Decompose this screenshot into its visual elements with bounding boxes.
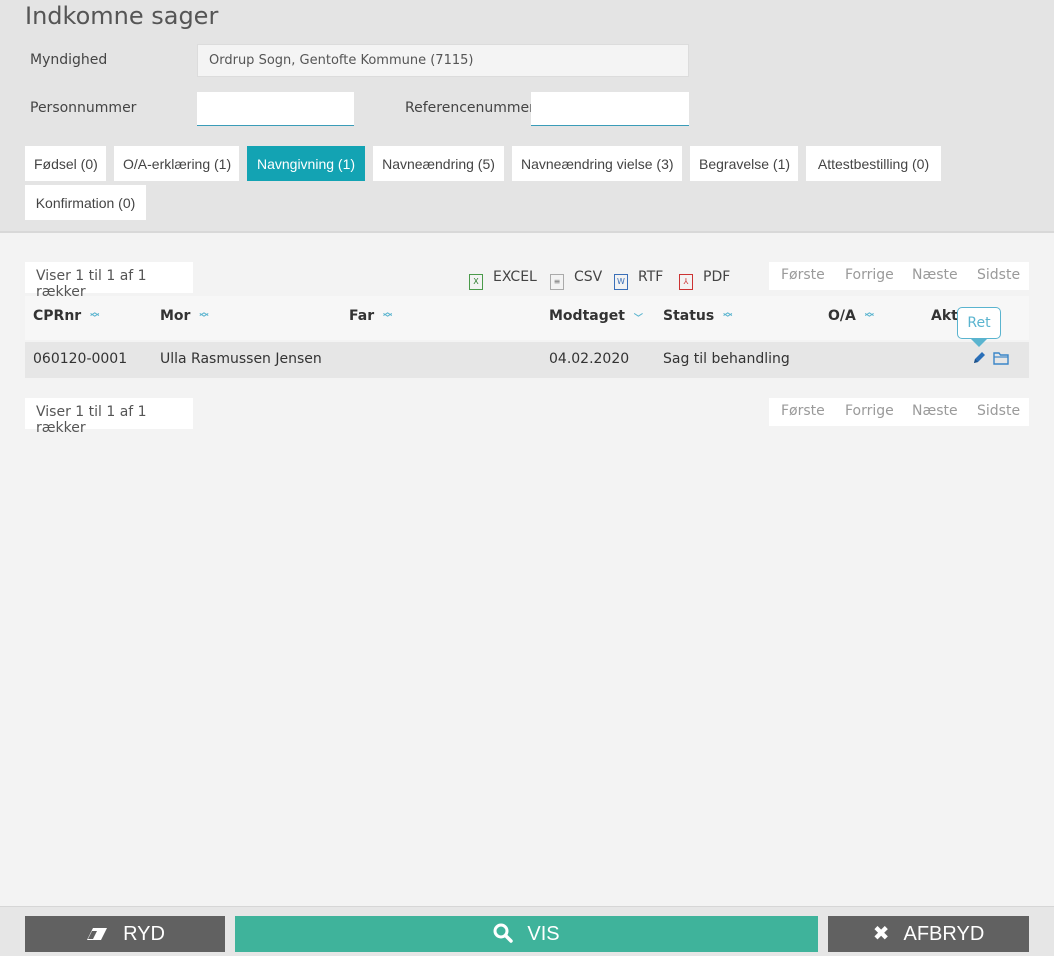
tab-navneaendring-vielse[interactable]: Navneændring vielse (3) — [512, 146, 682, 181]
ryd-button[interactable]: RYD — [25, 916, 225, 952]
col-modtaget-label: Modtaget — [549, 308, 625, 324]
pager-next[interactable]: Næste — [912, 403, 958, 419]
table-header: CPRnr ︿ ﹀ Mor ︿ ﹀ Far ︿ ﹀ Modtaget ﹀ Status ︿ ﹀ O… — [25, 296, 1029, 340]
pager-bottom: Første Forrige Næste Sidste — [769, 398, 1029, 426]
col-status[interactable]: Status ︿ ﹀ — [663, 308, 733, 324]
col-mor-label: Mor — [160, 308, 191, 324]
afbryd-label: AFBRYD — [903, 923, 985, 945]
tab-navngivning[interactable]: Navngivning (1) — [247, 146, 365, 181]
excel-icon: X — [469, 274, 483, 290]
export-rtf[interactable]: W RTF — [614, 269, 664, 290]
export-csv[interactable]: ≡ CSV — [550, 269, 603, 290]
cell-status: Sag til behandling — [663, 351, 790, 367]
tab-foedsel[interactable]: Fødsel (0) — [25, 146, 106, 181]
document-icon: ≡ — [550, 274, 564, 290]
col-modtaget[interactable]: Modtaget ﹀ — [549, 308, 643, 326]
cell-cprnr: 060120-0001 — [33, 351, 128, 367]
eraser-icon — [85, 916, 109, 952]
export-pdf-label: PDF — [703, 269, 731, 285]
pager-top: Første Forrige Næste Sidste — [769, 262, 1029, 290]
tooltip-arrow — [971, 339, 987, 347]
personnummer-label: Personnummer — [30, 100, 137, 116]
search-panel: Indkomne sager Myndighed Ordrup Sogn, Ge… — [0, 0, 1054, 233]
sort-icon: ︿ ﹀ — [383, 308, 393, 324]
myndighed-field: Ordrup Sogn, Gentofte Kommune (7115) — [197, 44, 689, 77]
edit-tooltip: Ret — [957, 307, 1001, 339]
vis-label: VIS — [527, 923, 560, 945]
tab-begravelse[interactable]: Begravelse (1) — [690, 146, 798, 181]
col-oa[interactable]: O/A ︿ ﹀ — [828, 308, 874, 324]
ryd-label: RYD — [123, 923, 165, 945]
pdf-icon: ⅄ — [679, 274, 693, 290]
export-excel-label: EXCEL — [493, 269, 537, 285]
export-pdf[interactable]: ⅄ PDF — [679, 269, 731, 290]
sort-icon: ︿ ﹀ — [90, 308, 100, 324]
pager-first[interactable]: Første — [781, 403, 825, 419]
pager-prev[interactable]: Forrige — [845, 403, 894, 419]
pager-prev[interactable]: Forrige — [845, 267, 894, 283]
col-cprnr-label: CPRnr — [33, 308, 82, 324]
sort-desc-icon: ﹀ — [633, 314, 643, 324]
table-row[interactable]: 060120-0001 Ulla Rasmussen Jensen 04.02.… — [25, 342, 1029, 378]
afbryd-button[interactable]: ✖ AFBRYD — [828, 916, 1029, 952]
pager-first[interactable]: Første — [781, 267, 825, 283]
tab-navneaendring[interactable]: Navneændring (5) — [373, 146, 504, 181]
cell-modtaget: 04.02.2020 — [549, 351, 630, 367]
col-far[interactable]: Far ︿ ﹀ — [349, 308, 393, 324]
word-icon: W — [614, 274, 628, 290]
table-info-bottom: Viser 1 til 1 af 1 rækker — [25, 398, 193, 436]
pager-last[interactable]: Sidste — [977, 403, 1020, 419]
search-icon — [493, 916, 514, 952]
col-oa-label: O/A — [828, 308, 856, 324]
export-csv-label: CSV — [574, 269, 603, 285]
pager-last[interactable]: Sidste — [977, 267, 1020, 283]
table-info-top: Viser 1 til 1 af 1 rækker — [25, 262, 193, 300]
col-status-label: Status — [663, 308, 715, 324]
pencil-icon[interactable] — [971, 350, 987, 370]
myndighed-label: Myndighed — [30, 52, 108, 68]
sort-icon: ︿ ﹀ — [864, 308, 874, 324]
col-far-label: Far — [349, 308, 375, 324]
referencenummer-input[interactable] — [531, 92, 689, 126]
vis-button[interactable]: VIS — [235, 916, 818, 952]
footer-bar: RYD VIS ✖ AFBRYD — [0, 906, 1054, 956]
tab-konfirmation[interactable]: Konfirmation (0) — [25, 185, 146, 220]
page-title: Indkomne sager — [25, 2, 219, 30]
cell-mor: Ulla Rasmussen Jensen — [160, 351, 322, 367]
close-icon: ✖ — [872, 923, 890, 945]
col-cprnr[interactable]: CPRnr ︿ ﹀ — [33, 308, 100, 324]
personnummer-input[interactable] — [197, 92, 354, 126]
referencenummer-label: Referencenummer — [405, 100, 535, 116]
sort-icon: ︿ ﹀ — [723, 308, 733, 324]
col-mor[interactable]: Mor ︿ ﹀ — [160, 308, 209, 324]
export-rtf-label: RTF — [638, 269, 664, 285]
folder-icon[interactable] — [993, 351, 1009, 369]
export-excel[interactable]: X EXCEL — [469, 269, 537, 290]
tab-attestbestilling[interactable]: Attestbestilling (0) — [806, 146, 941, 181]
pager-next[interactable]: Næste — [912, 267, 958, 283]
sort-icon: ︿ ﹀ — [199, 308, 209, 324]
tab-oa-erklaering[interactable]: O/A-erklæring (1) — [114, 146, 239, 181]
